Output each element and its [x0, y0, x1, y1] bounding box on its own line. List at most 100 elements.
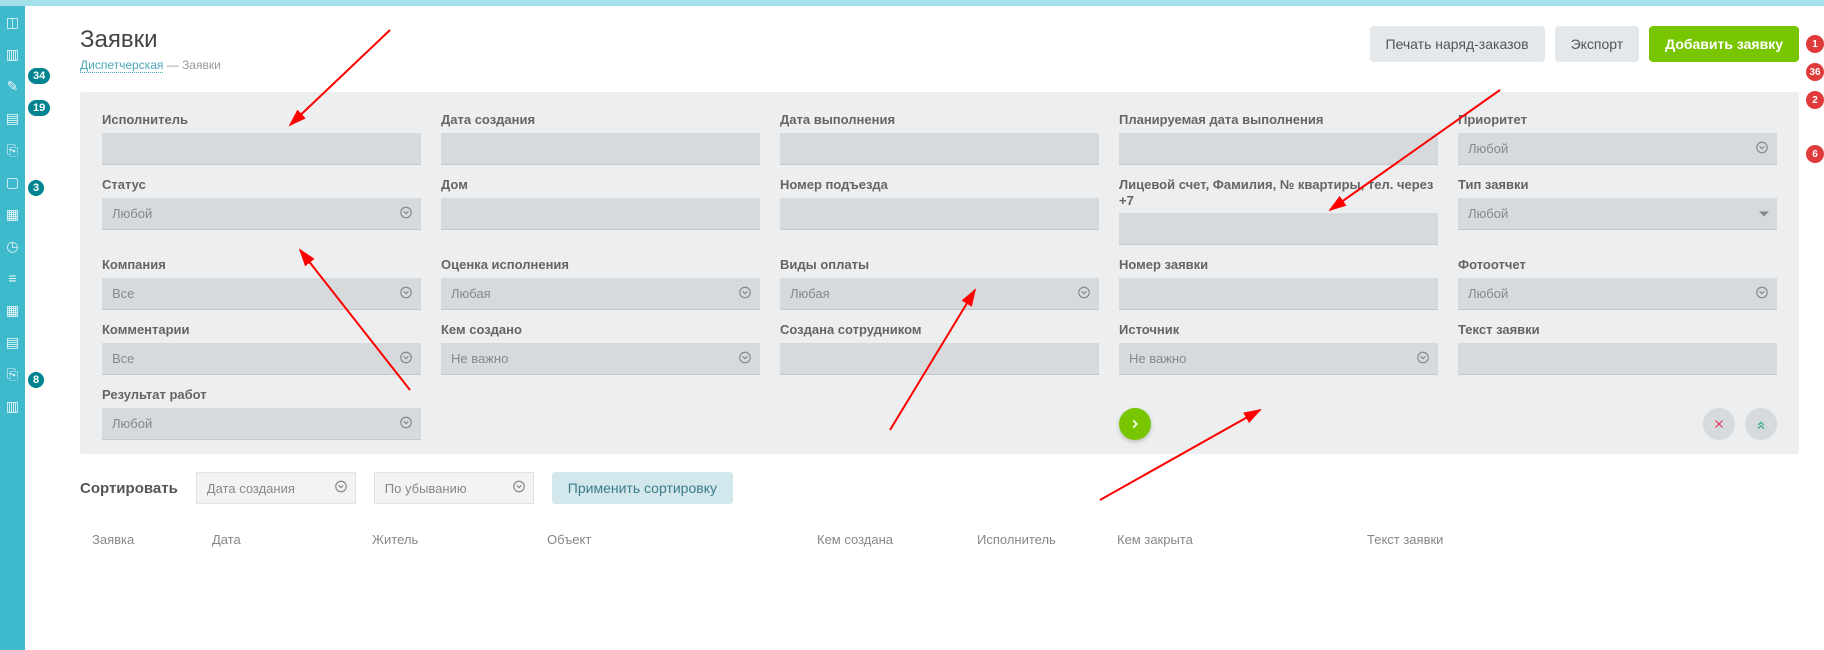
- house-input[interactable]: [441, 198, 760, 230]
- sidebar-badge: 34: [28, 68, 50, 84]
- sidebar-icon[interactable]: ⎘: [0, 134, 25, 166]
- clear-filters-button[interactable]: [1703, 408, 1735, 440]
- rating-select[interactable]: [441, 278, 760, 310]
- filter-executor: Исполнитель: [102, 112, 421, 165]
- col-closed-by: Кем закрыта: [1117, 532, 1357, 547]
- filter-rating: Оценка исполнения: [441, 257, 760, 310]
- sidebar-icon[interactable]: ▤: [0, 326, 25, 358]
- export-button[interactable]: Экспорт: [1555, 26, 1640, 62]
- date-created-input[interactable]: [441, 133, 760, 165]
- filter-label: Статус: [102, 177, 421, 192]
- filter-label: Создана сотрудником: [780, 322, 1099, 337]
- col-request: Заявка: [92, 532, 202, 547]
- filter-house: Дом: [441, 177, 760, 245]
- executor-input[interactable]: [102, 133, 421, 165]
- apply-sort-button[interactable]: Применить сортировку: [552, 472, 733, 504]
- source-select[interactable]: [1119, 343, 1438, 375]
- account-input[interactable]: [1119, 213, 1438, 245]
- apply-filters-button[interactable]: [1119, 408, 1151, 440]
- sidebar-badge: 3: [28, 180, 44, 196]
- filter-label: Номер заявки: [1119, 257, 1438, 272]
- chevron-down-icon: [512, 480, 526, 497]
- filter-label: Приоритет: [1458, 112, 1777, 127]
- filter-label: Виды оплаты: [780, 257, 1099, 272]
- sidebar-icon[interactable]: ▤: [0, 102, 25, 134]
- created-by-select[interactable]: [441, 343, 760, 375]
- request-number-input[interactable]: [1119, 278, 1438, 310]
- table-header: Заявка Дата Житель Объект Кем создана Ис…: [80, 532, 1799, 547]
- filter-request-text: Текст заявки: [1458, 322, 1777, 375]
- sidebar: ◫ ▥ ✎ ▤ ⎘ ▢ ▦ ◷ ≡ ▦ ▤ ⎘ ▥: [0, 6, 25, 650]
- filters-panel: Исполнитель Дата создания Дата выполнени…: [80, 92, 1799, 454]
- chevron-down-icon: [399, 416, 413, 433]
- company-select[interactable]: [102, 278, 421, 310]
- chevron-down-icon: [1416, 351, 1430, 368]
- breadcrumb-root[interactable]: Диспетчерская: [80, 58, 163, 73]
- sidebar-icon[interactable]: ▦: [0, 294, 25, 326]
- entrance-input[interactable]: [780, 198, 1099, 230]
- caret-down-icon: [1759, 212, 1769, 217]
- request-type-select[interactable]: [1458, 198, 1777, 230]
- sort-label: Сортировать: [80, 480, 178, 497]
- filter-pay-type: Виды оплаты: [780, 257, 1099, 310]
- sidebar-icon[interactable]: ≡: [0, 262, 25, 294]
- col-created-by: Кем создана: [817, 532, 967, 547]
- sidebar-icon[interactable]: ▢: [0, 166, 25, 198]
- comments-select[interactable]: [102, 343, 421, 375]
- filter-created-staff: Создана сотрудником: [780, 322, 1099, 375]
- sidebar-icon[interactable]: ⎘: [0, 358, 25, 390]
- date-planned-input[interactable]: [1119, 133, 1438, 165]
- filter-label: Фотоотчет: [1458, 257, 1777, 272]
- sidebar-icon[interactable]: ▥: [0, 38, 25, 70]
- filter-account: Лицевой счет, Фамилия, № квартиры, тел. …: [1119, 177, 1438, 245]
- filter-label: Номер подъезда: [780, 177, 1099, 192]
- sidebar-badge: 19: [28, 100, 50, 116]
- filter-label: Дом: [441, 177, 760, 192]
- sort-field-select[interactable]: [196, 472, 356, 504]
- filter-date-created: Дата создания: [441, 112, 760, 165]
- filter-label: Дата создания: [441, 112, 760, 127]
- col-executor: Исполнитель: [977, 532, 1107, 547]
- photo-report-select[interactable]: [1458, 278, 1777, 310]
- date-done-input[interactable]: [780, 133, 1099, 165]
- filter-priority: Приоритет: [1458, 112, 1777, 165]
- sidebar-icon[interactable]: ◷: [0, 230, 25, 262]
- filter-label: Источник: [1119, 322, 1438, 337]
- sort-row: Сортировать Применить сортировку: [80, 472, 1799, 504]
- filter-status: Статус: [102, 177, 421, 245]
- work-result-select[interactable]: [102, 408, 421, 440]
- status-select[interactable]: [102, 198, 421, 230]
- filter-label: Результат работ: [102, 387, 421, 402]
- filter-request-number: Номер заявки: [1119, 257, 1438, 310]
- filter-created-by: Кем создано: [441, 322, 760, 375]
- filter-date-done: Дата выполнения: [780, 112, 1099, 165]
- pay-type-select[interactable]: [780, 278, 1099, 310]
- chevron-down-icon: [399, 351, 413, 368]
- collapse-filters-button[interactable]: [1745, 408, 1777, 440]
- main-content: Заявки Диспетчерская — Заявки Печать нар…: [55, 6, 1824, 650]
- sidebar-icon[interactable]: ▦: [0, 198, 25, 230]
- col-text: Текст заявки: [1367, 532, 1787, 547]
- col-object: Объект: [547, 532, 807, 547]
- sidebar-icon[interactable]: ◫: [0, 6, 25, 38]
- sort-direction-select[interactable]: [374, 472, 534, 504]
- filter-date-planned: Планируемая дата выполнения: [1119, 112, 1438, 165]
- add-request-button[interactable]: Добавить заявку: [1649, 26, 1799, 62]
- filter-label: Тип заявки: [1458, 177, 1777, 192]
- created-staff-input[interactable]: [780, 343, 1099, 375]
- col-resident: Житель: [372, 532, 537, 547]
- chevron-down-icon: [1755, 286, 1769, 303]
- chevron-down-icon: [399, 206, 413, 223]
- filter-work-result: Результат работ: [102, 387, 421, 440]
- breadcrumb-current: Заявки: [182, 58, 221, 72]
- sidebar-icon[interactable]: ▥: [0, 390, 25, 422]
- col-date: Дата: [212, 532, 362, 547]
- print-orders-button[interactable]: Печать наряд-заказов: [1370, 26, 1545, 62]
- priority-select[interactable]: [1458, 133, 1777, 165]
- filter-label: Компания: [102, 257, 421, 272]
- breadcrumb-sep: —: [163, 58, 182, 72]
- sidebar-icon[interactable]: ✎: [0, 70, 25, 102]
- chevron-down-icon: [334, 480, 348, 497]
- page-title: Заявки: [80, 26, 221, 54]
- request-text-input[interactable]: [1458, 343, 1777, 375]
